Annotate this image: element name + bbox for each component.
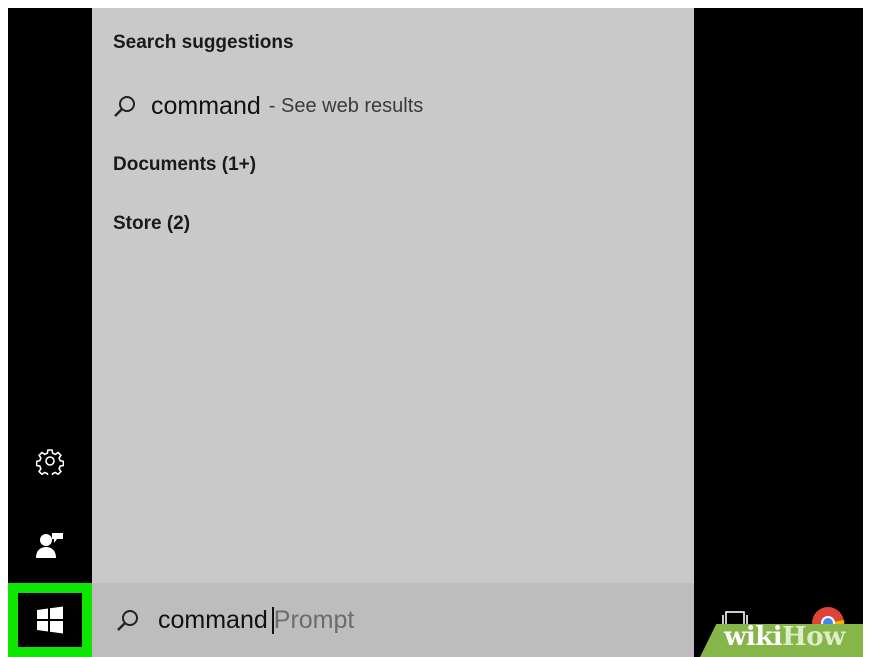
- start-button[interactable]: [8, 583, 92, 657]
- search-autocomplete-text: Prompt: [273, 605, 355, 634]
- gear-icon: [36, 449, 64, 475]
- watermark-part-1: wiki: [724, 622, 783, 652]
- screen: Search suggestions command - See web res…: [8, 8, 863, 657]
- web-suggestion-item[interactable]: command - See web results: [113, 88, 673, 124]
- suggestion-query: command: [151, 91, 261, 120]
- search-results-panel: Search suggestions command - See web res…: [92, 8, 694, 583]
- suggestion-web-hint: - See web results: [268, 94, 424, 117]
- user-account-button[interactable]: [8, 510, 92, 580]
- search-box[interactable]: command Prompt: [92, 583, 694, 657]
- store-category[interactable]: Store (2): [113, 213, 190, 235]
- start-rail: [8, 8, 92, 657]
- search-typed-text: command: [158, 605, 268, 634]
- settings-button[interactable]: [8, 426, 92, 496]
- documents-category[interactable]: Documents (1+): [113, 154, 256, 176]
- wikihow-watermark: wikiHow: [724, 622, 845, 652]
- search-icon: [114, 96, 135, 117]
- search-suggestions-header: Search suggestions: [113, 32, 294, 53]
- windows-logo-icon: [37, 606, 63, 634]
- watermark-part-2: How: [782, 622, 845, 652]
- start-button-inner: [18, 593, 82, 647]
- user-icon: [36, 533, 63, 558]
- search-icon: [117, 610, 138, 631]
